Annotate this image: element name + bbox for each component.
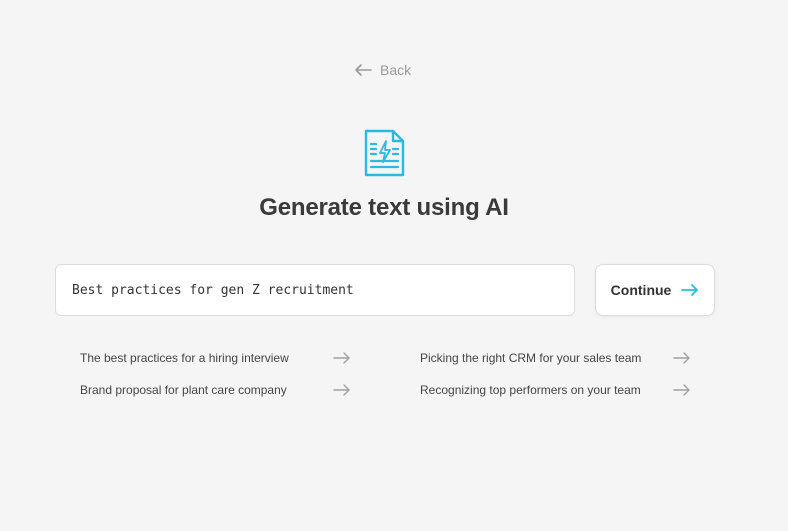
- suggestion-label: Brand proposal for plant care company: [80, 383, 287, 397]
- back-label: Back: [380, 62, 412, 78]
- suggestion-item[interactable]: The best practices for a hiring intervie…: [80, 348, 351, 368]
- arrow-right-icon: [673, 384, 690, 396]
- arrow-left-icon: [355, 64, 372, 76]
- suggestion-item[interactable]: Picking the right CRM for your sales tea…: [420, 348, 691, 368]
- arrow-right-icon: [333, 384, 350, 396]
- arrow-right-icon: [673, 352, 690, 364]
- back-link[interactable]: Back: [354, 59, 411, 81]
- prompt-input[interactable]: [55, 264, 575, 316]
- continue-label: Continue: [610, 282, 672, 298]
- page-title: Generate text using AI: [259, 194, 509, 221]
- arrow-right-icon: [333, 352, 350, 364]
- suggestion-item[interactable]: Recognizing top performers on your team: [420, 380, 691, 400]
- suggestion-label: The best practices for a hiring intervie…: [80, 351, 289, 365]
- suggestion-item[interactable]: Brand proposal for plant care company: [80, 380, 351, 400]
- suggestion-label: Recognizing top performers on your team: [420, 383, 641, 397]
- document-lightning-icon: [364, 129, 405, 177]
- arrow-right-icon: [681, 284, 699, 296]
- continue-button[interactable]: Continue: [595, 264, 715, 316]
- suggestion-label: Picking the right CRM for your sales tea…: [420, 351, 642, 365]
